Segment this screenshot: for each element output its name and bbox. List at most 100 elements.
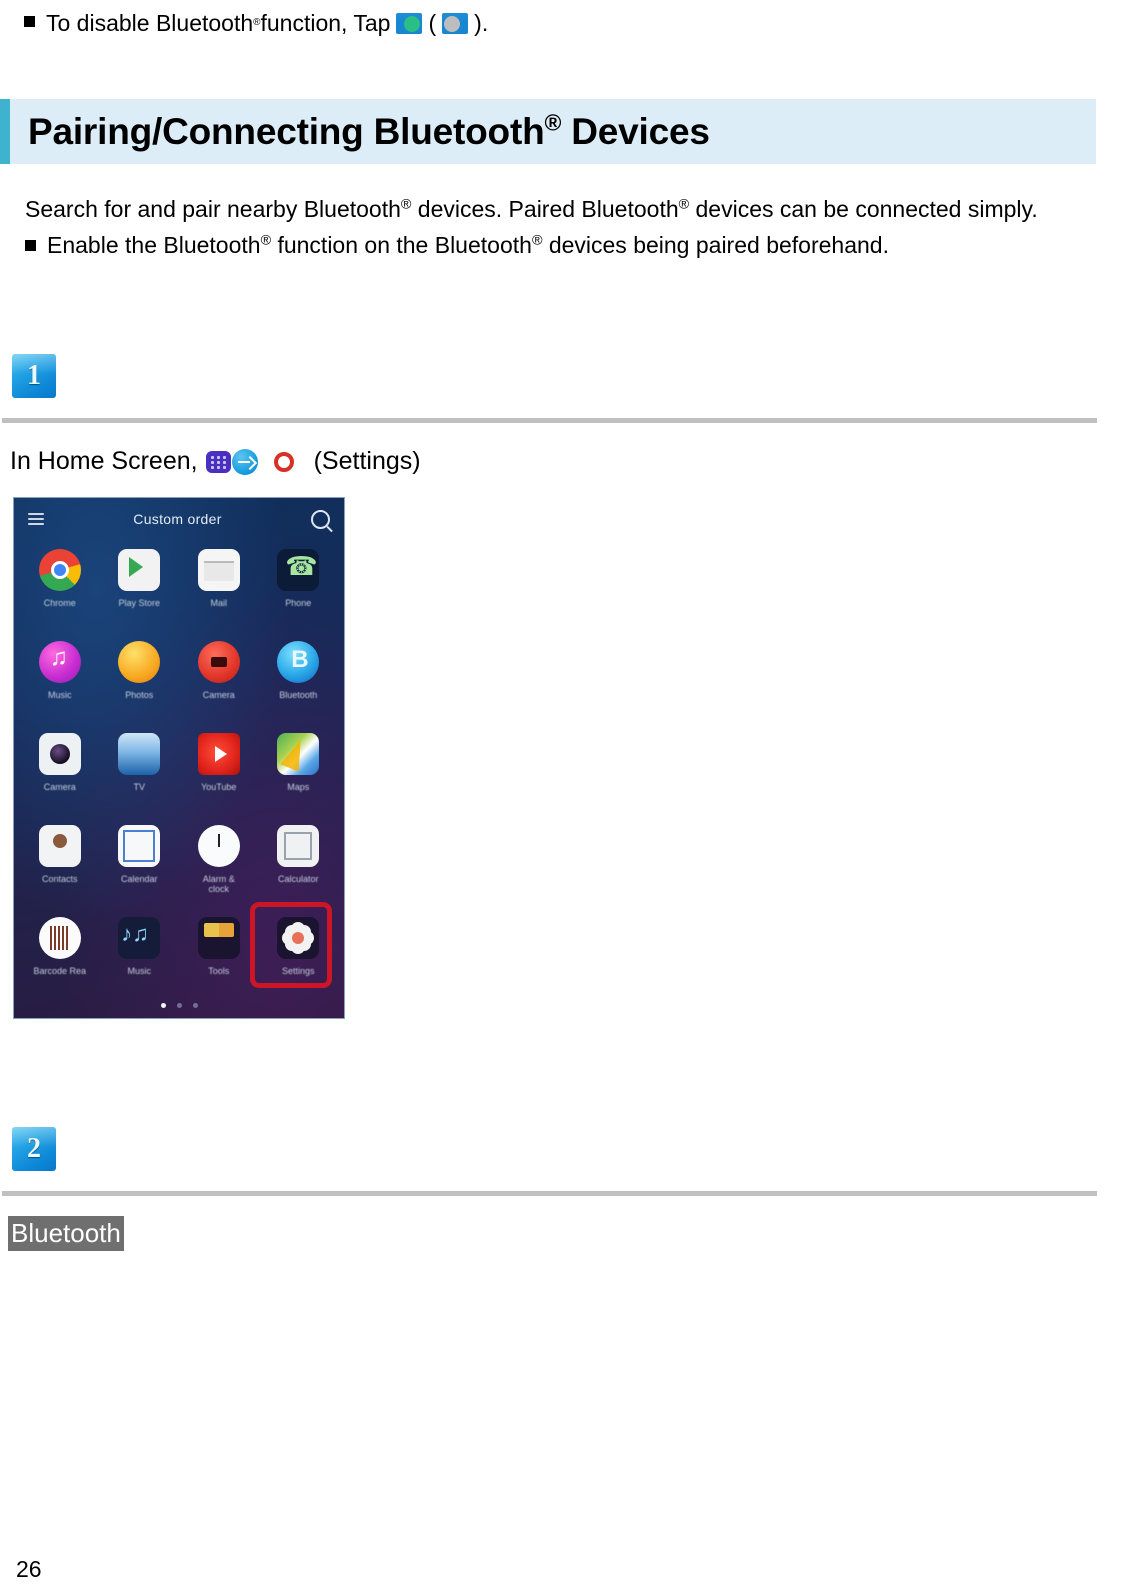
app-drawer-icon[interactable] <box>205 450 231 473</box>
app-label: Play Store <box>118 598 161 608</box>
registered-mark: ® <box>400 196 412 213</box>
app-grid: Chrome Play Store Mail Phone Music Photo… <box>20 540 338 1000</box>
app-cell[interactable]: Photos <box>100 632 180 724</box>
clock-icon <box>197 825 240 867</box>
app-label: Music <box>127 966 151 976</box>
app-cell[interactable]: Alarm & clock <box>179 816 259 908</box>
section-header: Pairing/Connecting Bluetooth® Devices <box>0 99 1096 164</box>
step-1-instruction-prefix: In Home Screen, <box>10 447 198 475</box>
music-icon <box>38 641 81 683</box>
app-cell[interactable]: Play Store <box>100 540 180 632</box>
phone-icon <box>277 549 320 591</box>
bluetooth-keyword-highlight[interactable]: Bluetooth <box>8 1216 124 1251</box>
intro-bullet-text: Enable the Bluetooth® function on the Bl… <box>47 231 889 260</box>
app-label: Music <box>47 690 72 700</box>
contacts-icon <box>38 825 81 867</box>
registered-mark: ® <box>544 109 562 136</box>
app-label: TV <box>133 782 145 792</box>
app-cell[interactable]: Bluetooth <box>259 632 339 724</box>
step-1-instruction-suffix: (Settings) <box>313 447 421 475</box>
app-cell[interactable]: Camera <box>179 632 259 724</box>
photos-icon <box>118 641 161 683</box>
app-label: Settings <box>281 966 315 976</box>
header-accent-bar <box>0 99 10 164</box>
square-bullet-icon <box>24 15 35 27</box>
app-label: Camera <box>43 782 76 792</box>
app-label: Calculator <box>277 874 319 884</box>
page-title-before: Pairing/Connecting Bluetooth <box>28 110 545 152</box>
registered-mark: ® <box>260 232 272 249</box>
camera-icon <box>38 733 81 775</box>
app-cell[interactable]: Calendar <box>100 816 180 908</box>
play-store-icon <box>118 549 161 591</box>
tv-icon <box>118 733 161 775</box>
app-cell[interactable]: Tools <box>179 908 259 1000</box>
app-label: Camera <box>202 690 235 700</box>
step-1-divider <box>2 418 1097 423</box>
page-dot <box>176 1003 182 1008</box>
arrow-right-icon <box>231 448 258 475</box>
app-cell[interactable]: Barcode Rea <box>20 908 100 1000</box>
app-label: Tools <box>208 966 230 976</box>
youtube-icon <box>197 733 240 775</box>
maps-icon <box>277 733 320 775</box>
paren-close: ). <box>474 10 489 36</box>
registered-mark: ® <box>531 232 543 249</box>
step-2-instruction: Bluetooth <box>8 1216 124 1251</box>
step-1-number-badge: 1 <box>12 354 56 398</box>
page-dot <box>192 1003 198 1008</box>
step-1-instruction: In Home Screen, (Settings) <box>10 446 421 477</box>
app-label: Chrome <box>43 598 76 608</box>
tools-icon <box>197 917 240 959</box>
step-2-number-badge: 2 <box>12 1127 56 1171</box>
app-cell[interactable]: TV <box>100 724 180 816</box>
settings-icon <box>277 917 320 959</box>
intro-paragraph: Search for and pair nearby Bluetooth® de… <box>25 195 1038 224</box>
app-label: Maps <box>287 782 310 792</box>
paren-open: ( <box>428 10 437 36</box>
intro-bullet-row: Enable the Bluetooth® function on the Bl… <box>25 231 889 260</box>
app-cell[interactable]: Maps <box>259 724 339 816</box>
app-label: Photos <box>125 690 154 700</box>
chrome-icon <box>38 549 81 591</box>
app-drawer-title: Custom order <box>133 511 222 527</box>
calendar-icon <box>118 825 161 867</box>
intro-bullet-part2: function on the Bluetooth <box>271 232 532 258</box>
page-title: Pairing/Connecting Bluetooth® Devices <box>10 111 710 153</box>
app-label: Bluetooth <box>279 690 318 700</box>
registered-mark: ® <box>678 196 690 213</box>
app-cell[interactable]: Calculator <box>259 816 339 908</box>
settings-gear-icon[interactable] <box>273 451 294 472</box>
app-cell[interactable]: Music <box>100 908 180 1000</box>
top-note-bullet: To disable Bluetooth ® function, Tap ( ). <box>24 9 488 38</box>
music-note-icon <box>118 917 161 959</box>
app-cell[interactable]: Mail <box>179 540 259 632</box>
app-cell[interactable]: YouTube <box>179 724 259 816</box>
toggle-off-icon <box>442 12 469 34</box>
app-label: Phone <box>285 598 312 608</box>
app-label: Calendar <box>120 874 158 884</box>
app-cell[interactable]: Camera <box>20 724 100 816</box>
square-bullet-icon <box>25 240 36 251</box>
search-icon[interactable] <box>311 509 330 529</box>
camera-red-icon <box>197 641 240 683</box>
page-title-after: Devices <box>561 110 710 152</box>
app-cell[interactable]: Settings <box>259 908 339 1000</box>
barcode-icon <box>38 917 81 959</box>
calculator-icon <box>277 825 320 867</box>
hamburger-menu-icon[interactable] <box>28 513 44 525</box>
app-cell[interactable]: Contacts <box>20 816 100 908</box>
home-page-indicator <box>14 1003 344 1008</box>
intro-bullet-part3: devices being paired beforehand. <box>542 232 889 258</box>
app-label: YouTube <box>201 782 237 792</box>
app-label: Contacts <box>41 874 78 884</box>
page-number: 26 <box>16 1556 42 1582</box>
bluetooth-blue-icon <box>277 641 320 683</box>
app-cell[interactable]: Phone <box>259 540 339 632</box>
phone-screenshot: Custom order Chrome Play Store Mail Phon… <box>13 497 345 1019</box>
app-cell[interactable]: Music <box>20 632 100 724</box>
app-label: Alarm & clock <box>202 874 235 895</box>
intro-bullet-part1: Enable the Bluetooth <box>47 232 261 258</box>
app-cell[interactable]: Chrome <box>20 540 100 632</box>
intro-part3: devices can be connected simply. <box>689 196 1038 222</box>
